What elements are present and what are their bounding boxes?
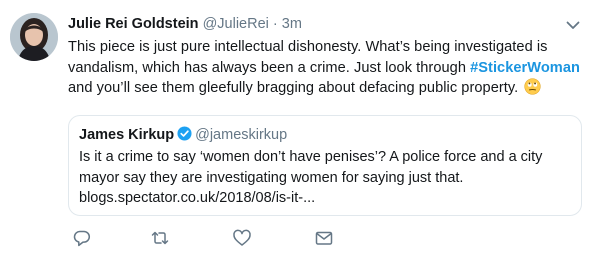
like-icon[interactable] [232,228,252,248]
chevron-down-icon[interactable] [564,16,582,34]
quoted-tweet-text: Is it a crime to say ‘women don’t have p… [79,149,543,206]
retweet-icon[interactable] [150,228,170,248]
direct-message-icon[interactable] [314,228,334,248]
tweet-text-part-2: and you’ll see them gleefully bragging a… [68,80,523,96]
tweet-header: Julie Rei Goldstein @JulieRei · 3m [68,14,302,34]
tweet-actions [68,228,368,252]
tweet[interactable]: Julie Rei Goldstein @JulieRei · 3m This … [0,0,600,268]
reply-icon[interactable] [72,228,92,248]
verified-badge-icon [177,126,192,141]
separator: · [272,16,278,32]
author-name[interactable]: Julie Rei Goldstein [68,16,199,32]
author-handle[interactable]: @JulieRei [203,16,269,32]
tweet-text: This piece is just pure intellectual dis… [68,37,588,99]
eye-roll-emoji-icon [524,78,541,95]
avatar-image [10,13,58,61]
timestamp[interactable]: 3m [282,16,302,32]
quoted-tweet[interactable]: James Kirkup @jameskirkup Is it a crime … [68,115,582,216]
avatar[interactable] [10,13,58,61]
quoted-tweet-header: James Kirkup @jameskirkup [79,125,287,145]
hashtag-link[interactable]: #StickerWoman [470,60,580,76]
quoted-author-handle: @jameskirkup [195,127,288,143]
quoted-author-name: James Kirkup [79,127,175,143]
